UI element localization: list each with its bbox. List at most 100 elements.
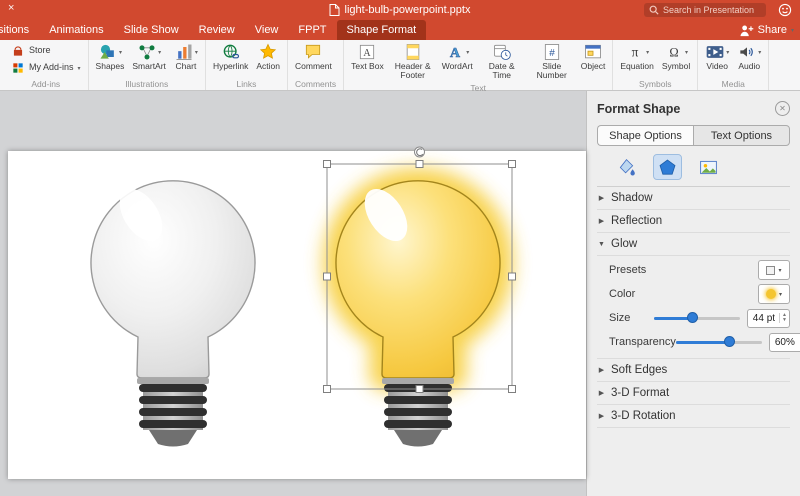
selection-handle[interactable] (509, 386, 516, 393)
panel-title: Format Shape (597, 102, 680, 116)
ribbon-button-comment[interactable]: Comment (295, 42, 332, 71)
ribbon-group-illustrations: ▾ Shapes ▾SmartArt ▾Chart Illustrations (89, 40, 206, 90)
ribbon-button-video[interactable]: ▾Video (705, 42, 729, 71)
glow-transparency-value[interactable]: 60% ▲▼ (769, 333, 800, 352)
slide-canvas[interactable] (8, 151, 586, 479)
ribbon-button-object[interactable]: Object (581, 42, 606, 71)
glow-preset-swatch-icon (766, 266, 775, 275)
selection-handle[interactable] (324, 386, 331, 393)
tab-text-options[interactable]: Text Options (693, 125, 790, 146)
ribbon-button-header-footer[interactable]: Header & Footer (392, 42, 434, 81)
ribbon-group-symbols: π▾EquationΩ▾SymbolSymbols (613, 40, 698, 90)
comment-icon (303, 42, 323, 62)
glow-presets-dropdown[interactable]: ▾ (758, 260, 790, 280)
ribbon-button-equation[interactable]: π▾Equation (620, 42, 654, 71)
ribbon-button-label: Text Box (351, 62, 384, 71)
ribbon-button-store[interactable]: Store (11, 44, 51, 58)
selection-handle[interactable] (416, 161, 423, 168)
ribbon-button-chart[interactable]: ▾Chart (174, 42, 198, 71)
glow-size-value[interactable]: 44 pt ▲▼ (747, 309, 790, 328)
stepper[interactable]: ▲▼ (779, 313, 787, 323)
ribbon-button-smartart[interactable]: ▾SmartArt (132, 42, 166, 71)
stepper-down-icon[interactable]: ▼ (782, 318, 787, 323)
ribbon-button-my-add-ins[interactable]: My Add-ins▾ (11, 61, 81, 75)
ribbon-button-wordart[interactable]: A ▾ WordArt (442, 42, 473, 71)
glow-size-slider[interactable] (654, 312, 740, 324)
ribbon-button-label: Store (29, 46, 51, 56)
ribbon-button-audio[interactable]: ▾Audio (737, 42, 761, 71)
disclosure-arrow-icon: ▶ (597, 389, 606, 397)
window-title: light-bulb-powerpoint.pptx (345, 4, 471, 16)
tab-shape-options[interactable]: Shape Options (597, 125, 693, 146)
feedback-smiley-icon[interactable] (778, 3, 792, 17)
ribbon-button-label: WordArt (442, 62, 473, 71)
disclosure-arrow-icon: ▶ (597, 366, 606, 374)
panel-close-icon[interactable]: ✕ (775, 101, 790, 116)
ribbon-button-label: Header & Footer (392, 62, 434, 81)
ribbon-button-text-box[interactable]: AText Box (351, 42, 384, 71)
section-shadow[interactable]: ▶ Shadow (597, 187, 790, 210)
selection-handle[interactable] (324, 161, 331, 168)
ribbon-button-label: Chart (176, 62, 197, 71)
my-addins-icon (11, 61, 25, 75)
selection-handle[interactable] (416, 386, 423, 393)
glow-transparency-row: Transparency 60% ▲▼ (609, 330, 790, 354)
chevron-down-icon: ▾ (779, 291, 782, 298)
chevron-down-icon: ▾ (778, 267, 781, 274)
effects-icon[interactable] (654, 155, 681, 179)
light-bulb-glowing[interactable] (336, 181, 500, 447)
disclosure-arrow-icon: ▶ (597, 217, 606, 225)
dropdown-caret-icon: ▾ (466, 49, 469, 56)
shapes-icon (98, 42, 118, 62)
section-reflection[interactable]: ▶ Reflection (597, 210, 790, 233)
ribbon-button-hyperlink[interactable]: Hyperlink (213, 42, 248, 71)
tab-sitions[interactable]: sitions (0, 20, 39, 40)
glow-color-dropdown[interactable]: ▾ (758, 284, 790, 304)
selection-handle[interactable] (509, 161, 516, 168)
window-close-icon[interactable]: × (8, 2, 14, 14)
section-glow[interactable]: ▼ Glow (597, 233, 790, 256)
glow-transparency-slider[interactable] (676, 336, 762, 348)
ribbon-button-label: Symbol (662, 62, 690, 71)
glow-size-row: Size 44 pt ▲▼ (609, 306, 790, 330)
dropdown-caret-icon: ▾ (685, 49, 688, 56)
symbol-icon: Ω (664, 42, 684, 62)
ribbon-button-label: Equation (620, 62, 654, 71)
size-properties-icon[interactable] (695, 155, 722, 179)
tab-review[interactable]: Review (189, 20, 245, 40)
fill-line-icon[interactable] (613, 155, 640, 179)
ribbon-button-slide-number[interactable]: #Slide Number (531, 42, 573, 81)
ribbon-button-symbol[interactable]: Ω▾ Symbol (662, 42, 690, 71)
hyperlink-icon (221, 42, 241, 62)
share-button[interactable]: Share ▾ (739, 20, 794, 40)
svg-text:A: A (450, 45, 461, 61)
share-person-icon (739, 24, 754, 37)
document-icon (330, 4, 340, 16)
rotation-handle[interactable] (415, 147, 425, 157)
dropdown-caret-icon: ▾ (119, 49, 122, 56)
slider-thumb[interactable] (724, 336, 735, 347)
ribbon-button-label: Hyperlink (213, 62, 248, 71)
ribbon-button-label: Shapes (96, 62, 125, 71)
ribbon-button-action[interactable]: Action (256, 42, 280, 71)
selection-handle[interactable] (324, 273, 331, 280)
section-soft-edges[interactable]: ▶ Soft Edges (597, 359, 790, 382)
tab-animations[interactable]: Animations (39, 20, 113, 40)
ribbon-group-add-ins: StoreMy Add-ins▾Add-ins (4, 40, 89, 90)
tab-slide-show[interactable]: Slide Show (114, 20, 189, 40)
section-3d-format[interactable]: ▶ 3-D Format (597, 382, 790, 405)
ribbon-button-shapes[interactable]: ▾ Shapes (96, 42, 125, 71)
slider-thumb[interactable] (687, 312, 698, 323)
tab-shape-format[interactable]: Shape Format (337, 20, 427, 40)
ribbon-group-links: HyperlinkActionLinks (206, 40, 288, 90)
tab-fppt[interactable]: FPPT (288, 20, 336, 40)
tab-view[interactable]: View (245, 20, 289, 40)
ribbon-group-label: Illustrations (96, 77, 198, 90)
light-bulb-plain[interactable] (91, 181, 255, 447)
section-3d-rotation[interactable]: ▶ 3-D Rotation (597, 405, 790, 428)
svg-text:#: # (549, 48, 555, 59)
selection-handle[interactable] (509, 273, 516, 280)
panel-sections: ▶ Shadow ▶ Reflection ▼ Glow Presets (597, 187, 790, 428)
search-box[interactable]: Search in Presentation (644, 3, 766, 17)
ribbon-button-date-time[interactable]: Date & Time (481, 42, 523, 81)
